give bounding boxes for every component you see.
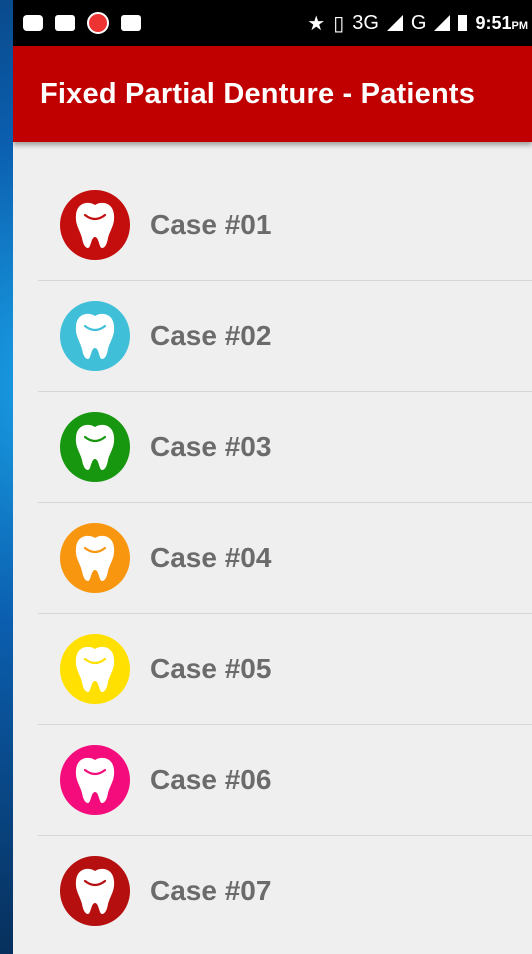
notification-icons: [13, 12, 141, 34]
app-notification-icon: [87, 12, 109, 34]
list-item-case-01[interactable]: Case #01: [38, 170, 532, 281]
tooth-icon: [60, 745, 130, 815]
tooth-icon: [60, 190, 130, 260]
signal-icon: [386, 15, 403, 31]
case-label: Case #05: [150, 653, 272, 684]
tooth-icon: [60, 301, 130, 371]
tooth-icon: [60, 412, 130, 482]
tooth-icon: [60, 634, 130, 704]
patient-case-list: Case #01 Case #02 Case #03 Case #04 Case…: [38, 170, 532, 946]
image-icon: [55, 15, 75, 31]
case-label: Case #01: [150, 209, 272, 240]
status-bar: ★ ▯ 3G G 9:51PM: [13, 0, 532, 46]
tooth-icon: [60, 856, 130, 926]
message-icon: [23, 15, 43, 31]
list-item-case-05[interactable]: Case #05: [38, 614, 532, 725]
phone-screen: ★ ▯ 3G G 9:51PM Fixed Partial Denture - …: [13, 0, 532, 954]
case-label: Case #02: [150, 320, 272, 351]
list-item-case-06[interactable]: Case #06: [38, 725, 532, 836]
case-label: Case #07: [150, 875, 272, 906]
case-label: Case #06: [150, 764, 272, 795]
star-icon: ★: [307, 12, 326, 35]
case-label: Case #04: [150, 542, 272, 573]
checkbox-notification-icon: [121, 15, 141, 31]
signal-icon-2: [434, 15, 451, 31]
tooth-icon: [60, 523, 130, 593]
clock: 9:51PM: [475, 12, 528, 33]
list-item-case-07[interactable]: Case #07: [38, 836, 532, 946]
network-label: 3G: [352, 11, 379, 34]
vibrate-icon: ▯: [333, 12, 345, 35]
list-item-case-04[interactable]: Case #04: [38, 503, 532, 614]
case-label: Case #03: [150, 431, 272, 462]
page-title: Fixed Partial Denture - Patients: [40, 77, 476, 110]
list-item-case-02[interactable]: Case #02: [38, 281, 532, 392]
battery-icon: [458, 15, 468, 31]
list-item-case-03[interactable]: Case #03: [38, 392, 532, 503]
network-label-2: G: [410, 11, 427, 34]
system-icons: ★ ▯ 3G G 9:51PM: [307, 11, 532, 36]
app-bar: Fixed Partial Denture - Patients: [13, 46, 532, 142]
